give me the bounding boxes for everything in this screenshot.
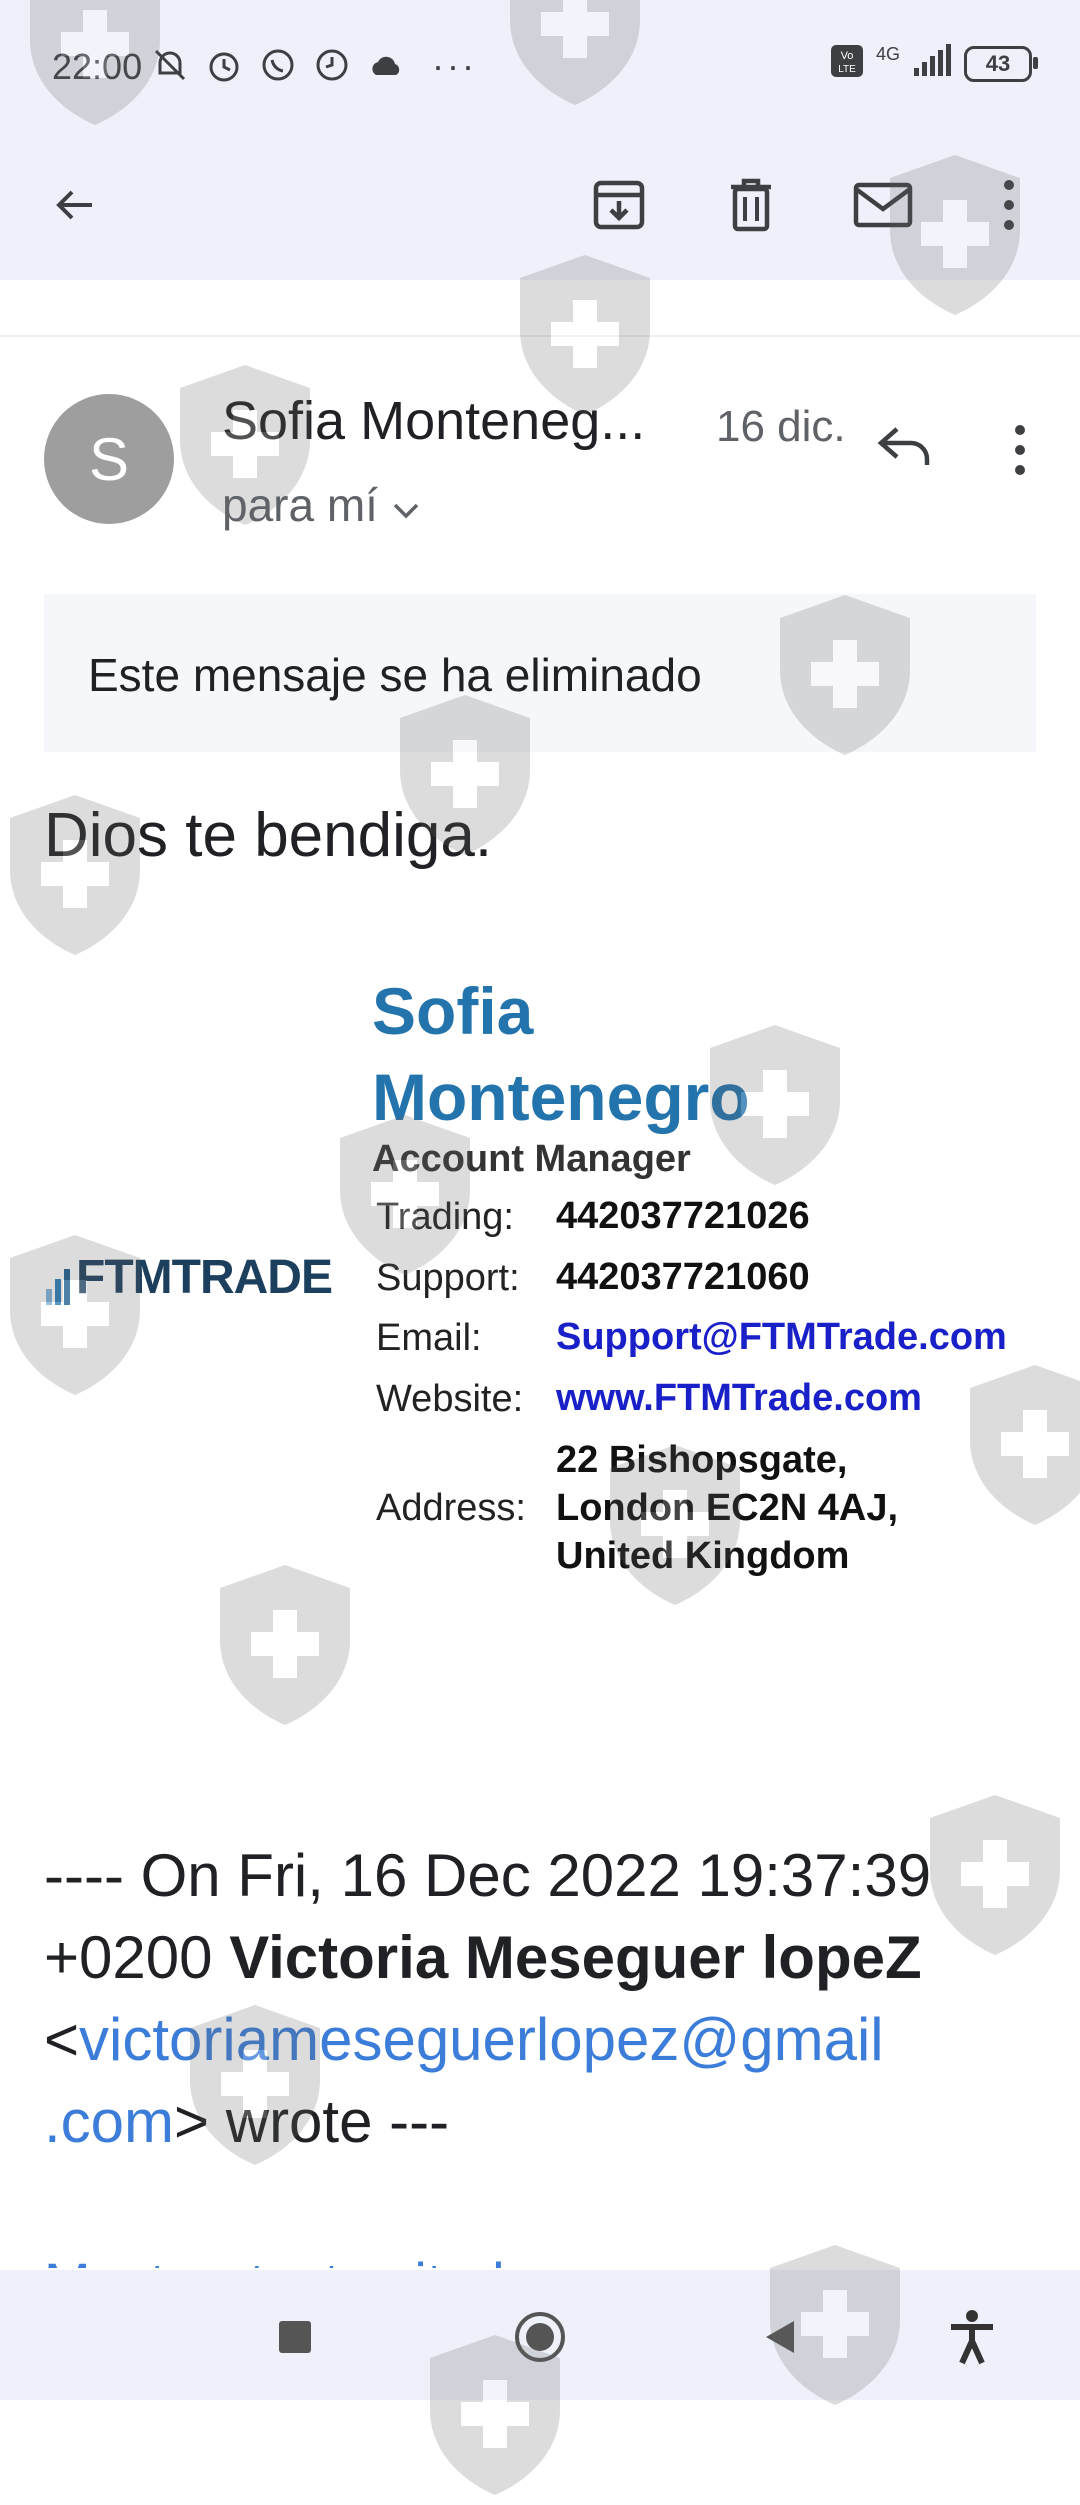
chevron-down-icon: [392, 478, 420, 532]
message-date: 16 dic.: [716, 402, 846, 451]
signature-value-support[interactable]: 442037721060: [556, 1253, 810, 1301]
quote-email-part: victoriameseguerlopez@gmail: [79, 2006, 884, 2073]
shield-watermark-icon: [960, 1360, 1080, 1530]
logo-text: FTMTRADE: [76, 1251, 333, 1304]
signature-website-link[interactable]: www.FTMTrade.com: [556, 1374, 922, 1422]
shield-watermark-icon: [210, 1560, 360, 1730]
deleted-notice-text: Este mensaje se ha eliminado: [88, 649, 702, 701]
status-bar: 22:00 ··· Vo LTE 4G 43: [0, 0, 1080, 130]
recents-square-icon[interactable]: [260, 2302, 330, 2372]
back-triangle-icon[interactable]: [745, 2302, 815, 2372]
signature-label-support: Support:: [376, 1257, 520, 1299]
sender-name[interactable]: Sofia Monteneg...: [222, 390, 645, 452]
more-vert-icon[interactable]: [964, 160, 1054, 250]
volte-icon: Vo LTE: [830, 44, 864, 83]
home-circle-icon[interactable]: [505, 2302, 575, 2372]
clock-icon: [312, 45, 352, 85]
ftmtrade-logo: FTMTRADE: [46, 1250, 333, 1305]
status-time: 22:00: [52, 46, 143, 87]
quote-open-bracket: <: [44, 2006, 80, 2073]
address-line: United Kingdom: [556, 1535, 850, 1577]
archive-icon[interactable]: [574, 160, 664, 250]
address-line: London EC2N 4AJ,: [556, 1487, 899, 1529]
signature-value-trading[interactable]: 442037721026: [556, 1192, 810, 1240]
status-more-indicator: ···: [432, 45, 477, 86]
navigation-bar: [0, 2270, 1080, 2400]
whatsapp-icon: [258, 45, 298, 85]
quote-close-bracket: >: [174, 2088, 210, 2155]
mark-unread-icon[interactable]: [838, 160, 928, 250]
network-type: 4G: [875, 44, 900, 64]
svg-text:LTE: LTE: [838, 64, 856, 75]
trash-icon[interactable]: [706, 160, 796, 250]
signature-label-trading: Trading:: [376, 1196, 514, 1238]
signature-address: 22 Bishopsgate, London EC2N 4AJ, United …: [556, 1436, 898, 1580]
quote-author: Victoria Meseguer lopeZ: [229, 1924, 922, 1991]
reply-icon[interactable]: [870, 410, 940, 480]
alarm-icon: [204, 45, 244, 85]
message-toolbar: [0, 130, 1080, 280]
deleted-message-notice: Este mensaje se ha eliminado: [44, 594, 1036, 752]
recipient-toggle[interactable]: para mí: [222, 478, 420, 532]
signature-name: Sofia Montenegro: [372, 968, 750, 1140]
message-more-icon[interactable]: [1000, 410, 1040, 490]
mute-icon: [150, 45, 190, 85]
message-greeting: Dios te bendiga.: [44, 801, 493, 870]
signature-label-website: Website:: [376, 1378, 524, 1420]
quote-email-part: .com: [44, 2088, 175, 2155]
quoted-header: ---- On Fri, 16 Dec 2022 19:37:39 +0200 …: [44, 1835, 1044, 2163]
show-quoted-text-link[interactable]: Mostrar texto citado: [44, 2228, 536, 2268]
signature-label-email: Email:: [376, 1317, 482, 1359]
signature-email-link[interactable]: Support@FTMTrade.com: [556, 1313, 1007, 1361]
signature-role: Account Manager: [372, 1138, 691, 1180]
signature-name-first: Sofia: [372, 974, 534, 1048]
signal-icon: [912, 44, 952, 83]
quote-email-link[interactable]: victoriameseguerlopez@gmail .com: [44, 2006, 884, 2155]
cloud-icon: [366, 45, 406, 85]
back-arrow-icon[interactable]: [30, 160, 120, 250]
battery-icon: 43: [964, 45, 1038, 82]
recipient-label: para mí: [222, 479, 378, 531]
quote-suffix: wrote ---: [225, 2088, 450, 2155]
signature-label-address: Address:: [376, 1487, 526, 1529]
logo-bars-icon: [46, 1265, 70, 1305]
accessibility-icon[interactable]: [937, 2302, 1007, 2372]
divider: [0, 335, 1080, 337]
svg-text:Vo: Vo: [841, 50, 854, 62]
signature-name-last: Montenegro: [372, 1060, 750, 1134]
avatar[interactable]: S: [44, 394, 174, 524]
address-line: 22 Bishopsgate,: [556, 1439, 848, 1481]
